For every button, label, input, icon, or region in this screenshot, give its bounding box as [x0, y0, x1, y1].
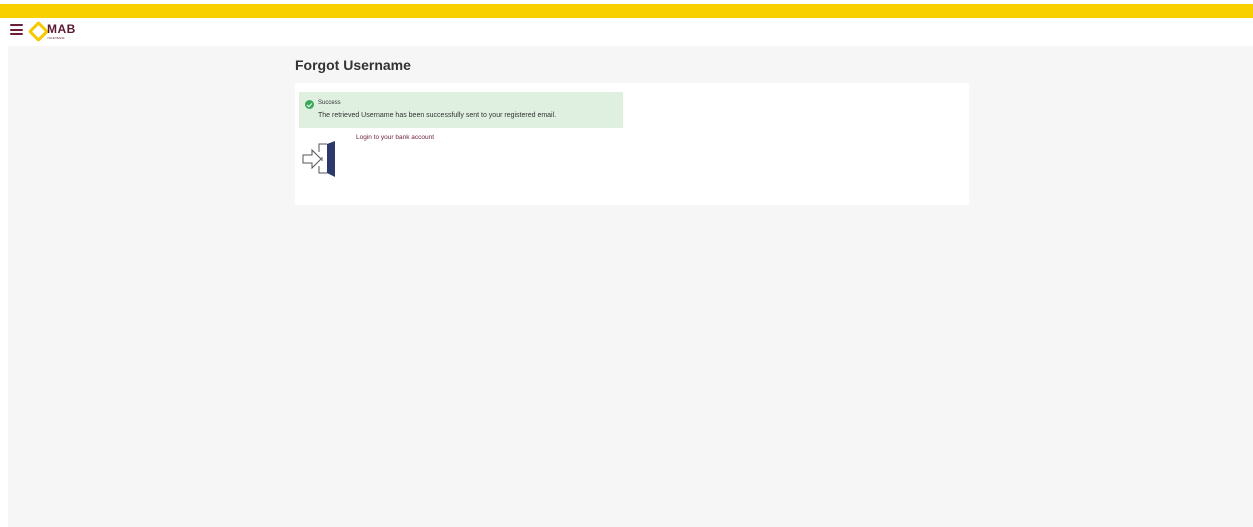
result-card: Success The retrieved Username has been …: [295, 83, 969, 205]
check-circle-icon: [305, 100, 314, 109]
alert-message: The retrieved Username has been successf…: [318, 112, 557, 119]
login-link[interactable]: Login to your bank account: [356, 134, 434, 141]
alert-title: Success: [318, 100, 341, 106]
success-alert: Success The retrieved Username has been …: [299, 92, 623, 128]
hamburger-menu-icon[interactable]: [10, 24, 23, 35]
logo-text: MAB: [47, 22, 76, 36]
main-content: Forgot Username Success The retrieved Us…: [8, 46, 1253, 527]
page-title: Forgot Username: [295, 57, 411, 73]
logo-tagline: YOUR BANK: [47, 36, 65, 40]
app-header: MAB YOUR BANK: [0, 18, 1253, 45]
top-accent-bar: [0, 4, 1253, 18]
login-door-icon[interactable]: [301, 137, 343, 181]
logo-diamond-icon: [27, 20, 50, 43]
